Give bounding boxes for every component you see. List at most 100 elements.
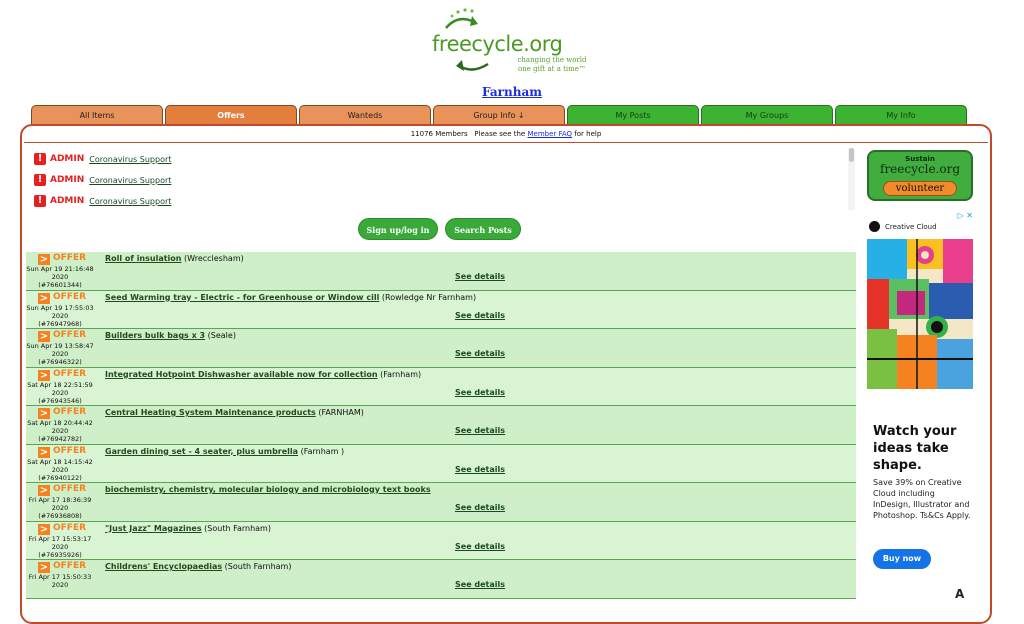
post-title: biochemistry, chemistry, molecular biolo… — [105, 485, 431, 494]
creative-cloud-icon — [869, 221, 880, 232]
see-details-link[interactable]: See details — [455, 272, 505, 281]
see-details-link[interactable]: See details — [455, 542, 505, 551]
alert-icon: ! — [34, 195, 46, 207]
sustain-volunteer-box[interactable]: Sustain freecycle.org volunteer — [867, 150, 973, 201]
admin-label: ADMIN — [50, 154, 85, 164]
offer-arrow-icon: > — [38, 408, 50, 419]
logo-text: freecycle.org — [432, 32, 563, 56]
logo-tagline: changing the world one gift at a time™ — [517, 56, 587, 73]
post-title: Integrated Hotpoint Dishwasher available… — [105, 369, 422, 379]
post-row[interactable]: > OFFER Fri Apr 17 15:53:17 2020 (#7693592… — [26, 521, 856, 560]
post-title-link[interactable]: Integrated Hotpoint Dishwasher available… — [105, 370, 378, 379]
post-title: Central Heating System Maintenance produ… — [105, 408, 364, 417]
ad-artwork — [867, 239, 973, 389]
see-details-link[interactable]: See details — [455, 465, 505, 474]
post-title-link[interactable]: Roll of insulation — [105, 254, 181, 263]
post-date: Fri Apr 17 15:53:17 2020 (#76935926) — [28, 534, 92, 559]
members-bar-text: Please see the — [474, 130, 526, 138]
post-title: Roll of insulation (Wrecclesham) — [105, 254, 244, 263]
post-date: Sun Apr 19 21:16:48 2020 (#76601344) — [26, 265, 94, 289]
post-date: Sun Apr 19 17:55:03 2020 (#76947968) — [26, 303, 94, 328]
post-row[interactable]: > OFFER Sat Apr 18 22:51:59 2020 (#7694354… — [26, 367, 856, 406]
post-row[interactable]: > OFFER Sun Apr 19 21:16:48 2020 (#7660134… — [26, 252, 856, 291]
post-type: OFFER — [53, 253, 87, 263]
post-date: Fri Apr 17 15:50:33 2020 — [28, 573, 92, 589]
tab-wanteds[interactable]: Wanteds — [299, 105, 431, 124]
post-title: Seed Warming tray - Electric - for Green… — [105, 292, 477, 302]
admin-label: ADMIN — [50, 196, 85, 206]
nav-tabs: All Items Offers Wanteds Group Info ↓ My… — [31, 105, 969, 125]
post-title-link[interactable]: Seed Warming tray - Electric - for Green… — [105, 293, 379, 302]
tab-all-items[interactable]: All Items — [31, 105, 163, 124]
offer-arrow-icon: > — [38, 369, 50, 381]
offer-arrow-icon: > — [38, 254, 50, 265]
post-row[interactable]: > OFFER Sat Apr 18 14:15:42 2020 (#7694012… — [26, 444, 856, 483]
post-title-link[interactable]: Central Heating System Maintenance produ… — [105, 408, 316, 417]
admin-notice: ! ADMIN Coronavirus Support — [34, 152, 171, 166]
post-row[interactable]: > OFFER Fri Apr 17 18:36:39 2020 (#7693680… — [26, 483, 856, 522]
post-row[interactable]: > OFFER Sun Apr 19 13:58:47 2020 (#7694632… — [26, 329, 856, 368]
post-date: Sun Apr 19 13:58:47 2020 (#76946322) — [26, 342, 94, 366]
ad-headline: Watch your ideas take shape. — [873, 424, 957, 473]
post-type: OFFER — [53, 522, 87, 533]
post-date: Fri Apr 17 18:36:39 2020 (#76936808) — [28, 496, 92, 520]
tab-my-groups[interactable]: My Groups — [701, 105, 833, 124]
members-bar: 11076 Members Please see the Member FAQ … — [24, 127, 988, 143]
post-date: Sat Apr 18 14:15:42 2020 (#76940122) — [27, 457, 93, 482]
post-title: Childrens' Encyclopaedias (South Farnham… — [105, 562, 292, 571]
post-title: Builders bulk bags x 3 (Seale) — [105, 331, 236, 340]
post-row[interactable]: > OFFER Fri Apr 17 15:50:33 2020 Children… — [26, 560, 856, 599]
post-title-link[interactable]: biochemistry, chemistry, molecular biolo… — [105, 485, 431, 494]
admin-notice-link[interactable]: Coronavirus Support — [89, 197, 171, 206]
posts-list: > OFFER Sun Apr 19 21:16:48 2020 (#7660134… — [26, 252, 856, 599]
post-type: OFFER — [53, 561, 87, 571]
offer-arrow-icon: > — [38, 485, 50, 496]
ad-choices-icon[interactable]: ▷ ✕ — [958, 211, 973, 220]
post-title-link[interactable]: Childrens' Encyclopaedias — [105, 562, 222, 571]
admin-notice-link[interactable]: Coronavirus Support — [89, 176, 171, 185]
post-row[interactable]: > OFFER Sun Apr 19 17:55:03 2020 (#7694796… — [26, 290, 856, 329]
offer-arrow-icon: > — [38, 331, 50, 342]
tab-group-info[interactable]: Group Info ↓ — [433, 105, 565, 124]
see-details-link[interactable]: See details — [455, 503, 505, 512]
alert-icon: ! — [34, 153, 46, 165]
buy-now-button[interactable]: Buy now — [873, 549, 931, 569]
see-details-link[interactable]: See details — [455, 426, 505, 435]
post-title-link[interactable]: "Just Jazz" Magazines — [105, 524, 202, 533]
post-date: Sat Apr 18 22:51:59 2020 (#76943546) — [27, 380, 93, 405]
tab-my-info[interactable]: My Info — [835, 105, 967, 124]
main-frame: 11076 Members Please see the Member FAQ … — [20, 124, 992, 624]
post-title-link[interactable]: Builders bulk bags x 3 — [105, 331, 205, 340]
admin-notice-link[interactable]: Coronavirus Support — [89, 155, 171, 164]
see-details-link[interactable]: See details — [455, 349, 505, 358]
post-type: OFFER — [53, 484, 87, 494]
tab-offers[interactable]: Offers — [165, 105, 297, 124]
post-type: OFFER — [53, 407, 87, 417]
post-title: Garden dining set - 4 seater, plus umbre… — [105, 446, 345, 456]
ad-brand: Creative Cloud — [869, 221, 937, 232]
freecycle-logo[interactable]: freecycle.org changing the world one gif… — [428, 4, 588, 78]
search-posts-button[interactable]: Search Posts — [445, 218, 521, 240]
see-details-link[interactable]: See details — [455, 311, 505, 320]
scrollbar-thumb[interactable] — [849, 148, 854, 162]
member-count: 11076 Members — [410, 130, 468, 138]
admin-notice: ! ADMIN Coronavirus Support — [34, 173, 171, 187]
post-row[interactable]: > OFFER Sat Apr 18 20:44:42 2020 (#7694278… — [26, 406, 856, 445]
group-name-link[interactable]: Farnham — [0, 85, 1024, 99]
post-title-link[interactable]: Garden dining set - 4 seater, plus umbre… — [105, 447, 298, 456]
post-type: OFFER — [53, 445, 87, 456]
tab-my-posts[interactable]: My Posts — [567, 105, 699, 124]
see-details-link[interactable]: See details — [455, 388, 505, 397]
ad-body-text: Save 39% on Creative Cloud including InD… — [873, 478, 971, 520]
admin-label: ADMIN — [50, 175, 85, 185]
member-faq-link[interactable]: Member FAQ — [527, 130, 572, 138]
admin-scrollbar[interactable] — [848, 148, 855, 210]
alert-icon: ! — [34, 174, 46, 186]
offer-arrow-icon: > — [38, 562, 50, 573]
see-details-link[interactable]: See details — [455, 580, 505, 589]
sign-up-login-button[interactable]: Sign up/log in — [358, 218, 438, 240]
volunteer-button[interactable]: volunteer — [882, 181, 958, 196]
offer-arrow-icon: > — [38, 292, 50, 304]
post-type: OFFER — [53, 291, 87, 302]
advertisement[interactable]: ▷ ✕ Creative Cloud Watch your ideas take… — [867, 211, 973, 611]
